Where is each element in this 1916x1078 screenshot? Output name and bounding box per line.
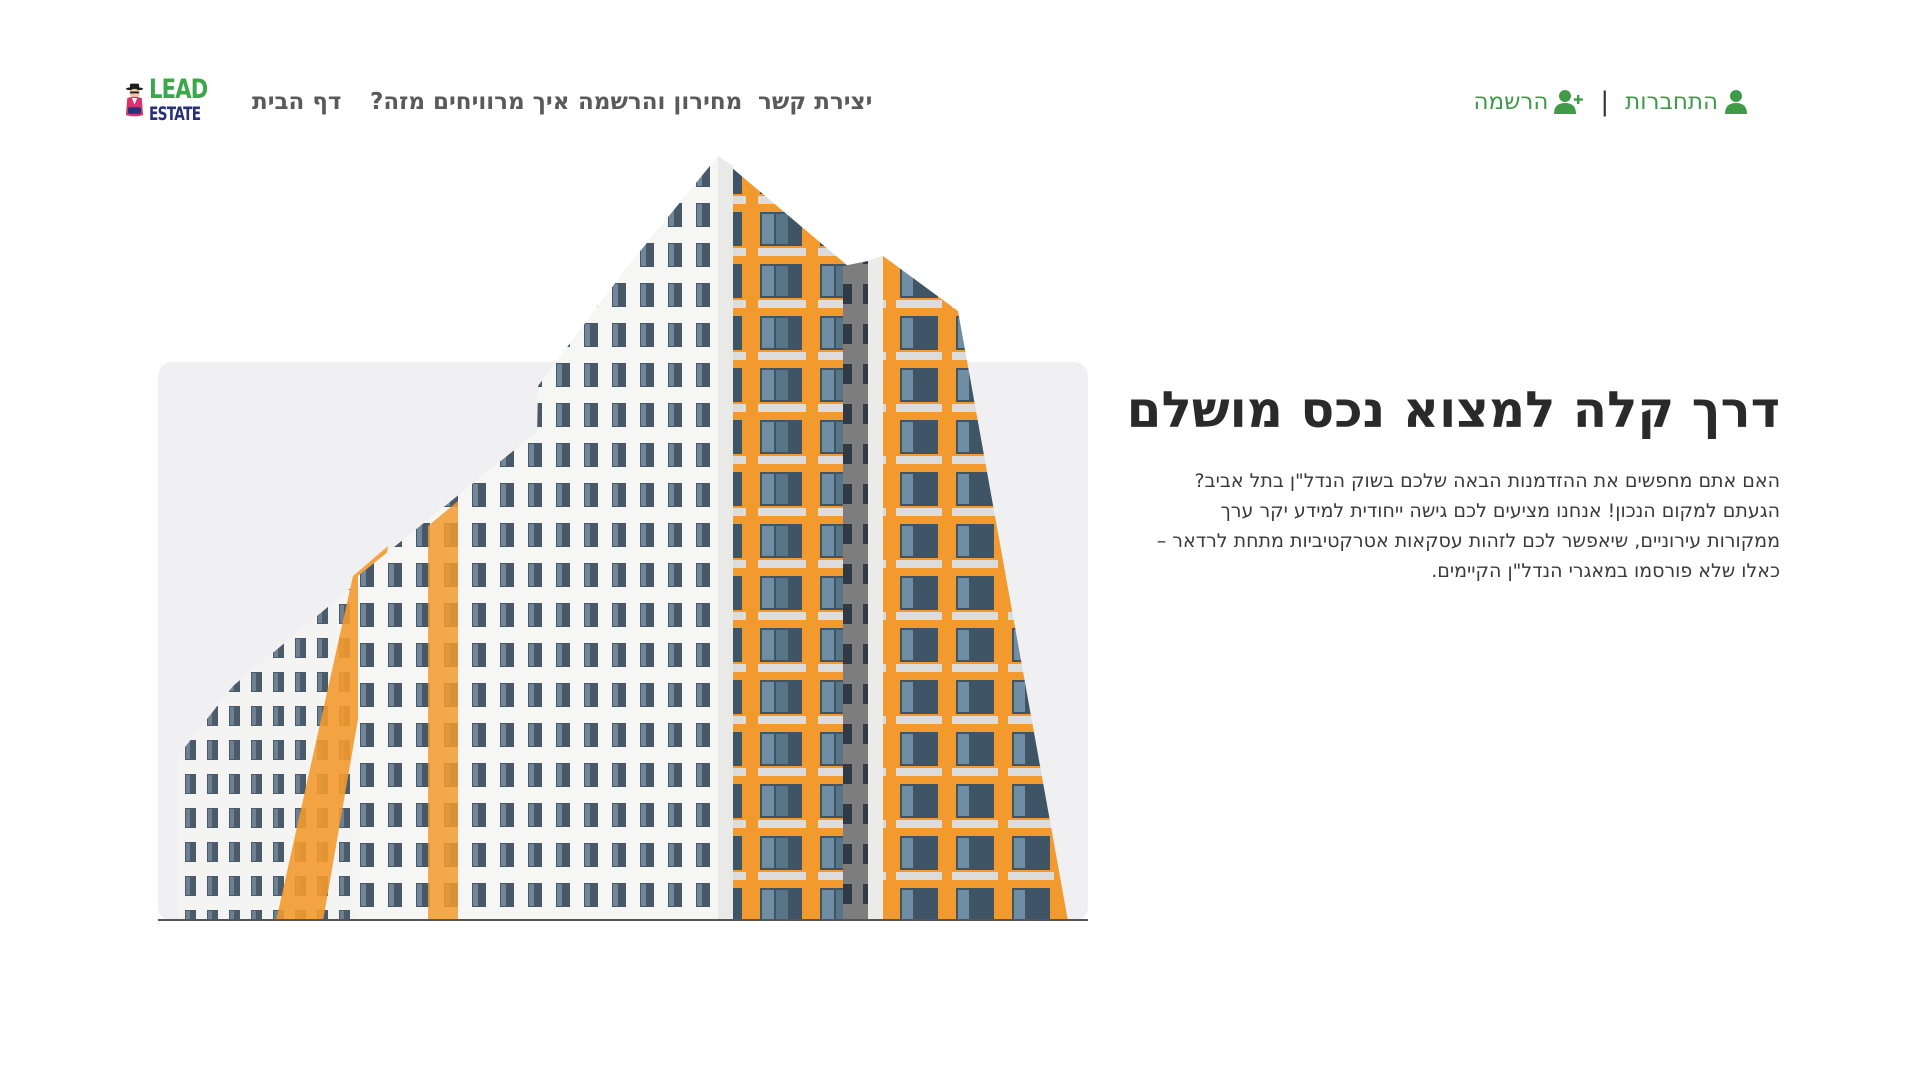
nav-home[interactable]: דף הבית [252,84,341,120]
hero-line-2: הגעתם למקום הנכון! אנחנו מציעים לכם גישה… [1220,500,1780,522]
main-nav: דף הבית איך מרוויחים מזה? מחירון והרשמה … [0,84,900,120]
hero-line-1: האם אתם מחפשים את ההזדמנות הבאה שלכם בשו… [1194,470,1780,492]
page: LEAD ESTATE דף הבית איך מרוויחים מזה? מח… [0,0,1916,1078]
hero-title: דרך קלה למצוא נכס מושלם [1126,381,1780,439]
user-plus-icon [1554,90,1584,114]
hero-line-3: ממקורות עירוניים, שיאפשר לכם לזהות עסקאו… [1156,530,1780,552]
hero-text: דרך קלה למצוא נכס מושלם האם אתם מחפשים א… [1100,380,1780,586]
auth-separator: | [1600,87,1610,117]
hero-line-4: כאלו שלא פורסמו במאגרי הנדל"ן הקיימים. [1431,560,1780,582]
user-icon [1725,90,1747,114]
nav-contact[interactable]: יצירת קשר [758,84,872,120]
register-link[interactable]: הרשמה [1473,89,1584,115]
nav-pricing[interactable]: מחירון והרשמה [578,84,742,120]
login-label: התחברות [1625,89,1718,115]
login-link[interactable]: התחברות [1625,89,1748,115]
hero-description: האם אתם מחפשים את ההזדמנות הבאה שלכם בשו… [1100,466,1780,586]
building-image [158,156,1088,921]
nav-how-it-works[interactable]: איך מרוויחים מזה? [370,84,569,120]
auth-links: התחברות | הרשמה [1473,84,1748,120]
register-label: הרשמה [1473,89,1549,115]
